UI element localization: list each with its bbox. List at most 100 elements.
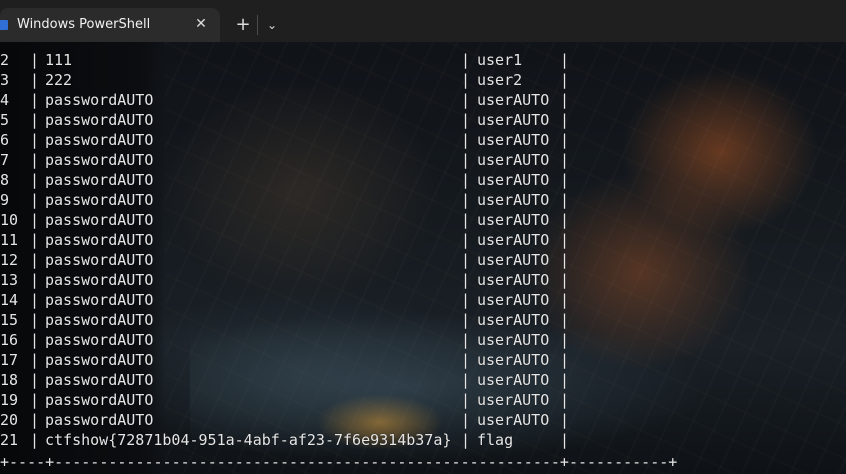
terminal-output[interactable]: 2 | 111 | user1 | 3 | 222 | user2 | 4 | passwordAUTO | u… (0, 42, 846, 474)
row-id: 7 (0, 151, 10, 169)
chevron-down-icon[interactable]: ⌄ (262, 15, 282, 35)
column-separator: | (30, 151, 40, 169)
column-separator: | (560, 51, 570, 69)
row-id: 3 (0, 71, 10, 89)
column-separator: | (30, 71, 40, 89)
powershell-icon (0, 20, 8, 30)
row-password: passwordAUTO (45, 351, 154, 369)
tab-windows-powershell[interactable]: Windows PowerShell ✕ (0, 8, 220, 42)
column-separator: | (560, 71, 570, 89)
row-password: passwordAUTO (45, 271, 154, 289)
row-password: passwordAUTO (45, 391, 154, 409)
row-id: 16 (0, 331, 19, 349)
row-id: 4 (0, 91, 10, 109)
column-separator: | (461, 331, 471, 349)
table-row: 5 | passwordAUTO | userAUTO | (0, 110, 846, 130)
column-separator: | (560, 251, 570, 269)
row-id: 10 (0, 211, 19, 229)
title-bar: Windows PowerShell ✕ + ⌄ (0, 0, 846, 42)
column-separator: | (461, 231, 471, 249)
column-separator: | (560, 191, 570, 209)
column-separator: | (30, 291, 40, 309)
table-row: 2 | 111 | user1 | (0, 50, 846, 70)
column-separator: | (30, 131, 40, 149)
row-id: 5 (0, 111, 10, 129)
column-separator: | (30, 271, 40, 289)
row-password: passwordAUTO (45, 131, 154, 149)
row-id: 11 (0, 231, 19, 249)
row-id: 14 (0, 291, 19, 309)
row-password: passwordAUTO (45, 371, 154, 389)
new-tab-button[interactable]: + (233, 15, 253, 35)
table-row: 14 | passwordAUTO | userAUTO | (0, 290, 846, 310)
column-separator: | (30, 411, 40, 429)
row-id: 12 (0, 251, 19, 269)
row-password: passwordAUTO (45, 171, 154, 189)
table-row: 10 | passwordAUTO | userAUTO | (0, 210, 846, 230)
column-separator: | (461, 391, 471, 409)
column-separator: | (461, 411, 471, 429)
row-username: userAUTO (477, 391, 550, 409)
column-separator: | (30, 211, 40, 229)
column-separator: | (461, 71, 471, 89)
row-username: userAUTO (477, 91, 550, 109)
column-separator: | (560, 411, 570, 429)
column-separator: | (461, 351, 471, 369)
column-separator: | (30, 351, 40, 369)
column-separator: | (461, 111, 471, 129)
row-password: passwordAUTO (45, 111, 154, 129)
column-separator: | (30, 171, 40, 189)
column-separator: | (560, 391, 570, 409)
row-password: 111 (45, 51, 73, 69)
row-password: passwordAUTO (45, 91, 154, 109)
row-id: 21 (0, 431, 19, 449)
column-separator: | (461, 131, 471, 149)
column-separator: | (461, 291, 471, 309)
column-separator: | (30, 251, 40, 269)
row-password: 222 (45, 71, 73, 89)
row-username: userAUTO (477, 151, 550, 169)
row-username: userAUTO (477, 371, 550, 389)
tab-divider (257, 15, 258, 35)
table-row: 18 | passwordAUTO | userAUTO | (0, 370, 846, 390)
column-separator: | (560, 111, 570, 129)
table-row: 21 | ctfshow{72871b04-951a-4abf-af23-7f6e9… (0, 430, 846, 450)
row-password: passwordAUTO (45, 211, 154, 229)
table-row: 4 | passwordAUTO | userAUTO | (0, 90, 846, 110)
row-password: passwordAUTO (45, 151, 154, 169)
column-separator: | (461, 371, 471, 389)
column-separator: | (30, 391, 40, 409)
row-username: userAUTO (477, 131, 550, 149)
table-row: 12 | passwordAUTO | userAUTO | (0, 250, 846, 270)
close-tab-icon[interactable]: ✕ (193, 15, 209, 33)
table-row: 8 | passwordAUTO | userAUTO | (0, 170, 846, 190)
column-separator: | (461, 171, 471, 189)
row-password: passwordAUTO (45, 191, 154, 209)
row-username: userAUTO (477, 271, 550, 289)
row-id: 15 (0, 311, 19, 329)
table-row: 15 | passwordAUTO | userAUTO | (0, 310, 846, 330)
row-username: userAUTO (477, 231, 550, 249)
row-password: passwordAUTO (45, 231, 154, 249)
row-id: 8 (0, 171, 10, 189)
table-row: 17 | passwordAUTO | userAUTO | (0, 350, 846, 370)
row-username: user1 (477, 51, 523, 69)
row-id: 9 (0, 191, 10, 209)
table-row: 11 | passwordAUTO | userAUTO | (0, 230, 846, 250)
column-separator: | (560, 311, 570, 329)
row-username: userAUTO (477, 411, 550, 429)
row-username: userAUTO (477, 191, 550, 209)
row-id: 2 (0, 51, 10, 69)
column-separator: | (30, 191, 40, 209)
column-separator: | (560, 291, 570, 309)
row-password: passwordAUTO (45, 291, 154, 309)
column-separator: | (461, 431, 471, 449)
column-separator: | (461, 211, 471, 229)
row-password: passwordAUTO (45, 331, 154, 349)
tab-title: Windows PowerShell (17, 17, 151, 32)
query-result-table: 2 | 111 | user1 | 3 | 222 | user2 | 4 | passwordAUTO | u… (0, 50, 846, 450)
column-separator: | (461, 251, 471, 269)
column-separator: | (560, 431, 570, 449)
row-id: 20 (0, 411, 19, 429)
column-separator: | (461, 51, 471, 69)
